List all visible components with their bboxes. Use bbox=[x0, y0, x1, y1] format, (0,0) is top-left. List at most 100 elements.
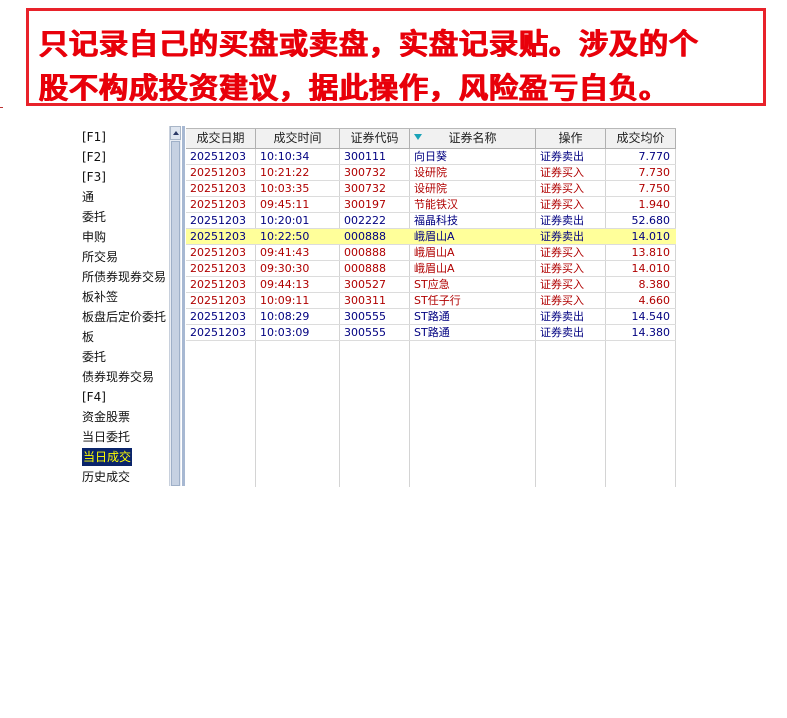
cell-security-code: 300732 bbox=[344, 182, 386, 195]
sidebar-item[interactable]: 板盘后定价委托 bbox=[82, 308, 166, 326]
cell-security-code: 300111 bbox=[344, 150, 386, 163]
cell-trade-date: 20251203 bbox=[190, 278, 246, 291]
cell-avg-price: 14.010 bbox=[631, 230, 671, 243]
cell-security-code: 000888 bbox=[344, 230, 386, 243]
cell-security-name: ST任子行 bbox=[414, 294, 461, 307]
column-header-trade-date[interactable]: 成交日期 bbox=[186, 129, 256, 148]
cell-avg-price: 52.680 bbox=[631, 214, 671, 227]
cell-security-code: 300555 bbox=[344, 310, 386, 323]
cell-trade-time: 09:41:43 bbox=[260, 246, 310, 259]
column-header-trade-time[interactable]: 成交时间 bbox=[256, 129, 340, 148]
sidebar-item[interactable]: 板 bbox=[82, 328, 94, 346]
cell-trade-time: 10:20:01 bbox=[260, 214, 310, 227]
sidebar-item[interactable]: 申购 bbox=[82, 228, 106, 246]
cell-security-code: 300555 bbox=[344, 326, 386, 339]
sidebar-item[interactable]: 板补签 bbox=[82, 288, 118, 306]
column-header-label: 证券名称 bbox=[448, 131, 497, 145]
cell-avg-price: 7.730 bbox=[638, 166, 671, 179]
cell-trade-date: 20251203 bbox=[190, 166, 246, 179]
cell-security-code: 000888 bbox=[344, 262, 386, 275]
sidebar-scrollbar[interactable] bbox=[169, 126, 181, 486]
cell-security-name: 向日葵 bbox=[414, 150, 447, 163]
cell-trade-time: 09:44:13 bbox=[260, 278, 310, 291]
cell-trade-time: 10:08:29 bbox=[260, 310, 310, 323]
sort-indicator-icon bbox=[414, 134, 422, 140]
cell-avg-price: 8.380 bbox=[638, 278, 671, 291]
cell-avg-price: 1.940 bbox=[638, 198, 671, 211]
table-row[interactable]: 20251203 09:41:43 000888 峨眉山A 证券买入 13.810 bbox=[186, 245, 676, 261]
table-row[interactable]: 20251203 10:10:34 300111 向日葵 证券卖出 7.770 bbox=[186, 149, 676, 165]
cell-trade-time: 10:22:50 bbox=[260, 230, 310, 243]
sidebar-item[interactable]: 当日委托 bbox=[82, 428, 130, 446]
cell-security-name: 福晶科技 bbox=[414, 214, 458, 227]
table-row[interactable]: 20251203 10:22:50 000888 峨眉山A 证券卖出 14.010 bbox=[186, 229, 676, 245]
cell-security-code: 300197 bbox=[344, 198, 386, 211]
cell-security-name: ST应急 bbox=[414, 278, 450, 291]
cell-operation: 证券买入 bbox=[540, 166, 584, 179]
table-row[interactable]: 20251203 09:44:13 300527 ST应急 证券买入 8.380 bbox=[186, 277, 676, 293]
cell-avg-price: 14.010 bbox=[631, 262, 671, 275]
function-tree[interactable]: [F1] [F2] [F3] 通委托 申购 所交易 所债券现券交易 板补签 板盘后定价委托板委托… bbox=[80, 126, 183, 486]
column-header-avg-price[interactable]: 成交均价 bbox=[606, 129, 676, 148]
cell-security-name: 设研院 bbox=[414, 166, 447, 179]
table-row[interactable]: 20251203 10:09:11 300311 ST任子行 证券买入 4.660 bbox=[186, 293, 676, 309]
cell-avg-price: 7.770 bbox=[638, 150, 671, 163]
column-header-label: 成交时间 bbox=[273, 131, 322, 145]
sidebar-item[interactable]: 当日成交 bbox=[82, 448, 133, 466]
cell-operation: 证券买入 bbox=[540, 262, 584, 275]
cell-avg-price: 7.750 bbox=[638, 182, 671, 195]
cell-trade-date: 20251203 bbox=[190, 294, 246, 307]
cell-trade-date: 20251203 bbox=[190, 150, 246, 163]
sidebar-item[interactable]: 委托 bbox=[82, 348, 106, 366]
cell-operation: 证券买入 bbox=[540, 246, 584, 259]
cell-security-name: 峨眉山A bbox=[414, 262, 455, 275]
sidebar-item[interactable]: 所债券现券交易 bbox=[82, 268, 166, 286]
cell-avg-price: 13.810 bbox=[631, 246, 671, 259]
cell-security-name: ST路通 bbox=[414, 326, 450, 339]
table-row[interactable]: 20251203 10:08:29 300555 ST路通 证券卖出 14.540 bbox=[186, 309, 676, 325]
column-header-operation[interactable]: 操作 bbox=[536, 129, 606, 148]
cell-trade-date: 20251203 bbox=[190, 310, 246, 323]
column-header-security-name[interactable]: 证券名称 bbox=[410, 129, 536, 148]
column-header-label: 成交日期 bbox=[196, 131, 245, 145]
cell-trade-time: 10:03:09 bbox=[260, 326, 310, 339]
cell-operation: 证券买入 bbox=[540, 278, 584, 291]
cell-security-name: 设研院 bbox=[414, 182, 447, 195]
sidebar-item[interactable]: 通 bbox=[82, 188, 94, 206]
sidebar-item[interactable]: 所交易 bbox=[82, 248, 118, 266]
column-header-security-code[interactable]: 证券代码 bbox=[340, 129, 410, 148]
sidebar-item[interactable]: [F4] bbox=[82, 388, 106, 406]
sidebar-item[interactable]: [F2] bbox=[82, 148, 106, 166]
column-header-label: 操作 bbox=[558, 131, 583, 145]
table-row[interactable]: 20251203 10:03:09 300555 ST路通 证券卖出 14.380 bbox=[186, 325, 676, 341]
sidebar-item[interactable]: 历史成交 bbox=[82, 468, 130, 486]
cell-security-code: 300527 bbox=[344, 278, 386, 291]
cell-security-code: 002222 bbox=[344, 214, 386, 227]
cell-trade-date: 20251203 bbox=[190, 198, 246, 211]
table-row[interactable]: 20251203 10:20:01 002222 福晶科技 证券卖出 52.680 bbox=[186, 213, 676, 229]
column-header-label: 成交均价 bbox=[616, 131, 665, 145]
sidebar-item[interactable]: 委托 bbox=[82, 208, 106, 226]
cell-trade-date: 20251203 bbox=[190, 230, 246, 243]
scrollbar-thumb[interactable] bbox=[171, 141, 180, 486]
sidebar-item[interactable]: [F1] bbox=[82, 128, 106, 146]
panel-splitter[interactable] bbox=[182, 126, 185, 486]
table-row[interactable]: 20251203 09:45:11 300197 节能铁汉 证券买入 1.940 bbox=[186, 197, 676, 213]
cell-security-name: ST路通 bbox=[414, 310, 450, 323]
sidebar-item[interactable]: 债券现券交易 bbox=[82, 368, 154, 386]
table-row[interactable]: 20251203 09:30:30 000888 峨眉山A 证券买入 14.010 bbox=[186, 261, 676, 277]
table-row[interactable]: 20251203 10:03:35 300732 设研院 证券买入 7.750 bbox=[186, 181, 676, 197]
sidebar-item[interactable]: [F3] bbox=[82, 168, 106, 186]
cell-trade-date: 20251203 bbox=[190, 326, 246, 339]
disclaimer-banner: 只记录自己的买盘或卖盘，实盘记录贴。涉及的个 股不构成投资建议，据此操作，风险盈… bbox=[26, 8, 766, 106]
sidebar-item[interactable]: 资金股票 bbox=[82, 408, 130, 426]
cell-trade-date: 20251203 bbox=[190, 262, 246, 275]
scroll-up-arrow-icon[interactable] bbox=[170, 126, 181, 140]
cell-security-name: 峨眉山A bbox=[414, 230, 455, 243]
cell-operation: 证券卖出 bbox=[540, 326, 584, 339]
cell-security-code: 000888 bbox=[344, 246, 386, 259]
cell-avg-price: 14.380 bbox=[631, 326, 671, 339]
cell-operation: 证券卖出 bbox=[540, 150, 584, 163]
cell-operation: 证券买入 bbox=[540, 182, 584, 195]
table-row[interactable]: 20251203 10:21:22 300732 设研院 证券买入 7.730 bbox=[186, 165, 676, 181]
